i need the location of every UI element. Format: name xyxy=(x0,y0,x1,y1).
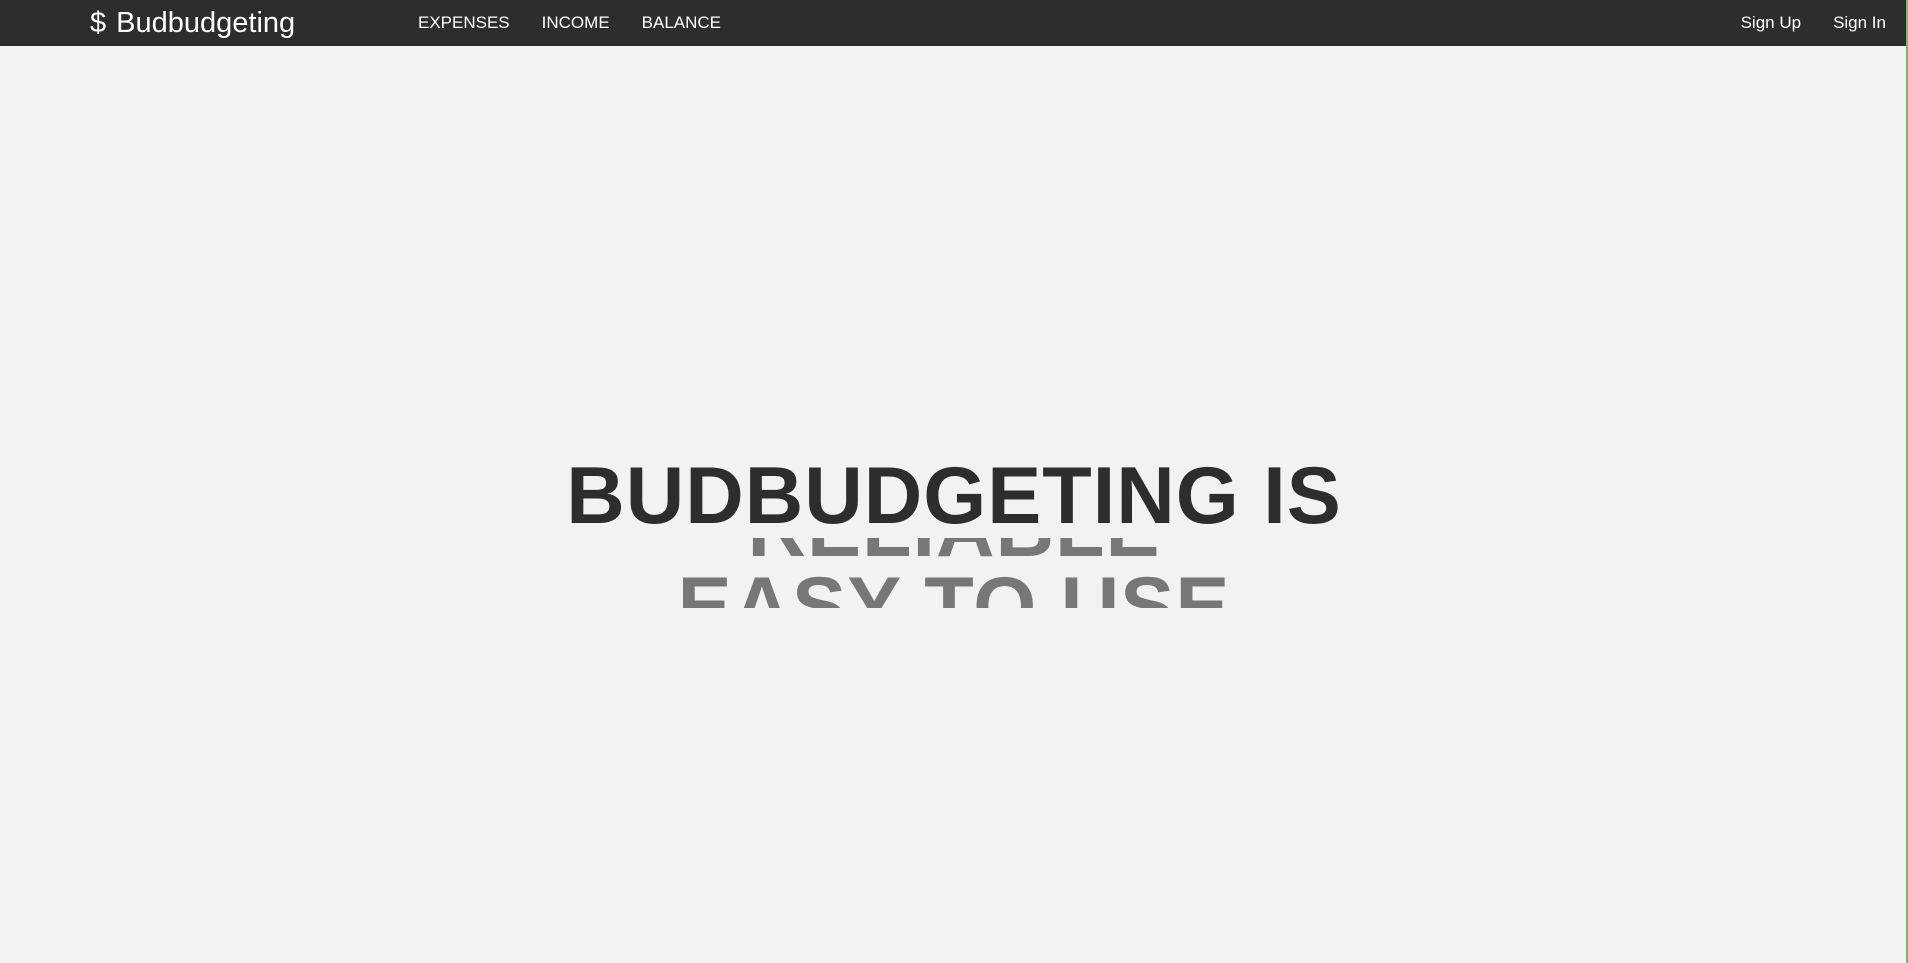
rotating-text: RELIABLE EASY TO USE xyxy=(0,538,1908,608)
hero-title: BUDBUDGETING IS xyxy=(566,451,1342,541)
hero-section: BUDBUDGETING IS xyxy=(0,455,1908,537)
sign-up-link[interactable]: Sign Up xyxy=(1741,13,1801,33)
rotating-word-easy-to-use: EASY TO USE xyxy=(677,561,1231,608)
page: $ Budbudgeting EXPENSES INCOME BALANCE S… xyxy=(0,0,1908,963)
nav-expenses-link[interactable]: EXPENSES xyxy=(418,13,510,33)
dollar-icon: $ xyxy=(90,6,107,39)
nav-income-link[interactable]: INCOME xyxy=(542,13,610,33)
main-nav: EXPENSES INCOME BALANCE xyxy=(418,0,753,46)
brand-link[interactable]: $ Budbudgeting xyxy=(90,5,295,41)
nav-balance-link[interactable]: BALANCE xyxy=(642,13,721,33)
top-navbar: $ Budbudgeting EXPENSES INCOME BALANCE S… xyxy=(0,0,1908,46)
brand-name: Budbudgeting xyxy=(116,6,296,39)
sign-in-link[interactable]: Sign In xyxy=(1833,13,1886,33)
auth-nav: Sign Up Sign In xyxy=(1709,0,1886,46)
